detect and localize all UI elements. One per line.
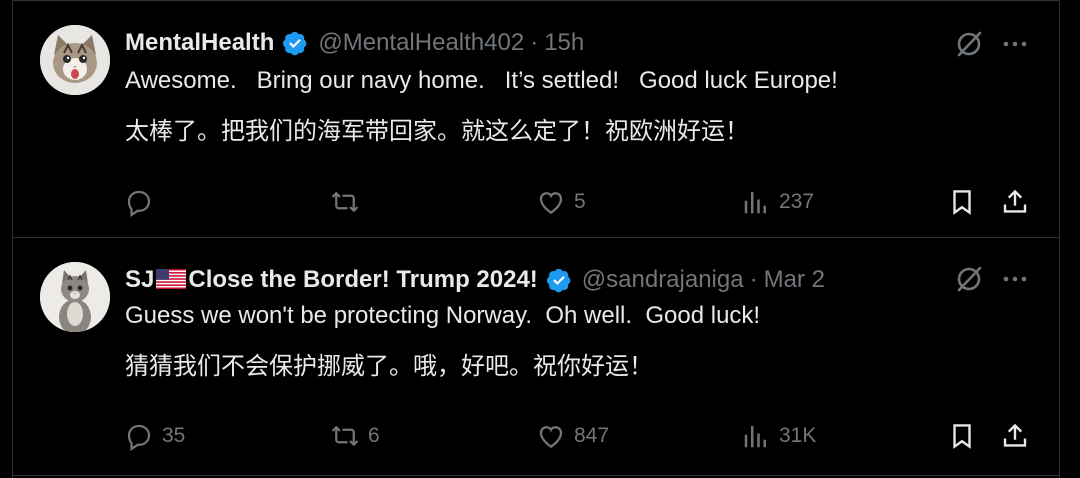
- share-button[interactable]: [1000, 416, 1030, 456]
- share-icon: [1003, 423, 1027, 447]
- timeline: MentalHealth @MentalHealth402 · 15h Awes…: [0, 0, 1080, 478]
- reply-button[interactable]: 35: [124, 416, 185, 456]
- separator-dot: ·: [530, 29, 539, 56]
- reply-icon: [127, 190, 151, 217]
- repost-button[interactable]: [330, 182, 368, 222]
- avatar[interactable]: [40, 262, 110, 332]
- share-button[interactable]: [1000, 182, 1030, 222]
- display-name[interactable]: SJ Close the Border! Trump 2024!: [125, 266, 538, 294]
- verified-badge-icon[interactable]: [282, 30, 308, 56]
- views-chart-icon: [744, 192, 766, 214]
- display-name[interactable]: MentalHealth: [125, 29, 274, 57]
- like-button[interactable]: 5: [536, 182, 586, 222]
- timestamp[interactable]: Mar 2: [764, 266, 825, 294]
- tweet-header: SJ Close the Border! Trump 2024! @sandra…: [125, 265, 825, 295]
- cat-sitting-avatar-icon: [40, 262, 110, 332]
- more-options-icon[interactable]: [998, 27, 1032, 61]
- repost-count: 6: [368, 424, 380, 447]
- tweet-actions: 5 237: [12, 182, 1060, 222]
- tweet-text: Awesome. Bring our navy home. It’s settl…: [125, 67, 838, 94]
- bookmark-button[interactable]: [947, 416, 977, 456]
- like-button[interactable]: 847: [536, 416, 609, 456]
- tweet[interactable]: SJ Close the Border! Trump 2024! @sandra…: [12, 238, 1060, 476]
- separator-dot: ·: [749, 266, 758, 293]
- view-count: 31K: [779, 424, 817, 447]
- grok-icon[interactable]: [952, 262, 986, 296]
- bookmark-button[interactable]: [947, 182, 977, 222]
- tweet-text: Guess we won't be protecting Norway. Oh …: [125, 302, 761, 329]
- user-handle[interactable]: @sandrajaniga: [582, 266, 744, 294]
- tweet-header: MentalHealth @MentalHealth402 · 15h: [125, 28, 584, 58]
- tweet-translation: 太棒了。把我们的海军带回家。就这么定了！祝欧洲好运！: [125, 118, 749, 145]
- like-count: 847: [574, 424, 610, 447]
- timestamp[interactable]: 15h: [544, 29, 584, 57]
- share-icon: [1003, 189, 1027, 213]
- grok-icon[interactable]: [952, 27, 986, 61]
- us-flag-icon: [156, 269, 187, 289]
- display-name-prefix: SJ: [125, 266, 155, 293]
- bookmark-icon: [953, 424, 971, 449]
- heart-icon: [539, 192, 563, 214]
- cat-kitten-avatar-icon: [40, 25, 110, 95]
- display-name-suffix: Close the Border! Trump 2024!: [188, 266, 538, 293]
- bookmark-icon: [953, 190, 971, 215]
- views-button[interactable]: 31K: [741, 416, 816, 456]
- repost-icon: [331, 426, 359, 446]
- tweet-actions: 35 6 847 31K: [12, 416, 1060, 456]
- reply-icon: [127, 424, 151, 451]
- repost-icon: [331, 192, 359, 212]
- tweet[interactable]: MentalHealth @MentalHealth402 · 15h Awes…: [12, 0, 1060, 238]
- reply-count: 35: [162, 424, 186, 447]
- reply-button[interactable]: [124, 182, 162, 222]
- user-handle[interactable]: @MentalHealth402: [318, 29, 524, 57]
- tweet-translation: 猜猜我们不会保护挪威了。哦，好吧。祝你好运！: [125, 353, 653, 380]
- avatar[interactable]: [40, 25, 110, 95]
- views-chart-icon: [744, 426, 766, 448]
- verified-badge-icon[interactable]: [546, 267, 572, 293]
- view-count: 237: [779, 190, 815, 213]
- like-count: 5: [574, 190, 586, 213]
- repost-button[interactable]: 6: [330, 416, 380, 456]
- views-button[interactable]: 237: [741, 182, 814, 222]
- more-options-icon[interactable]: [998, 262, 1032, 296]
- heart-icon: [539, 426, 563, 448]
